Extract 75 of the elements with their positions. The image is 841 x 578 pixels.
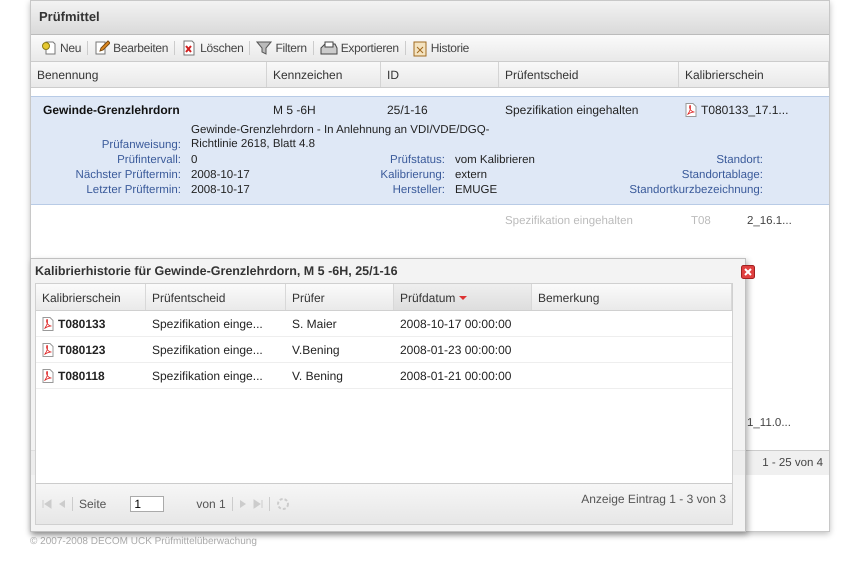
filter-icon: [256, 40, 272, 56]
field-label: Hersteller:: [392, 184, 446, 196]
field-label: Prüfanweisung:: [100, 139, 182, 151]
page-label: Seite: [79, 497, 106, 511]
field-value: 0: [191, 154, 198, 166]
table-cell[interactable]: T080133: [58, 316, 106, 330]
page-field[interactable]: 1: [130, 496, 164, 512]
column-header[interactable]: Prüfentscheid: [146, 284, 286, 310]
column-header[interactable]: ID: [381, 62, 499, 87]
column-header[interactable]: Kalibrierschein: [679, 62, 829, 87]
field-label: Prüfstatus:: [389, 154, 446, 166]
table-cell-text: M 5 -6H: [272, 103, 317, 117]
table-cell-text: V. Bening: [291, 368, 344, 382]
dialog-title: Kalibrierhistorie für Gewinde-Grenzlehrdorn, M 5 -6H, 25/1-16: [34, 263, 399, 280]
next-page-icon[interactable]: [238, 499, 247, 509]
column-header[interactable]: Prüfdatum: [394, 284, 532, 310]
selected-row[interactable]: [31, 96, 829, 205]
table-cell: 1_11.0...: [747, 417, 791, 429]
field-value: EMUGE: [455, 184, 498, 196]
table-cell-text: Spezifikation einge...: [151, 342, 264, 356]
column-header[interactable]: Prüfentscheid: [499, 62, 679, 87]
previous-page-icon[interactable]: [58, 499, 66, 509]
field-label: Standortablage:: [680, 169, 764, 181]
pdf-icon: [42, 316, 54, 330]
table-cell-text: Spezifikation eingehalten: [505, 215, 634, 227]
table-cell-text: S. Maier: [291, 316, 338, 330]
field-value: 2008-10-17: [191, 184, 251, 196]
page-count: von 1: [196, 497, 226, 511]
table-cell: 2_16.1...: [747, 215, 792, 227]
copyright-text: © 2007-2008 DECOM UCK Prüfmittelüberwachung: [30, 536, 257, 547]
paging-info: Anzeige Eintrag 1 - 3 von 3: [581, 492, 726, 506]
pencil-page-icon: [94, 40, 110, 56]
paging-info: 1 - 25 von 4: [762, 457, 823, 469]
toolbar-button[interactable]: Exportieren: [316, 38, 403, 58]
table-cell-text: V.Bening: [291, 342, 341, 356]
toolbar-button[interactable]: Bearbeiten: [90, 38, 172, 58]
column-header[interactable]: Bemerkung: [532, 284, 732, 310]
table-cell-text: 2008-10-17 00:00:00: [399, 316, 512, 330]
table-cell-text: Spezifikation einge...: [151, 368, 264, 382]
field-label: Standort:: [715, 154, 764, 166]
delete-page-icon: [181, 40, 198, 56]
column-header[interactable]: Kalibrierschein: [36, 284, 146, 310]
field-value: vom Kalibrieren: [455, 154, 536, 166]
panel-title: Prüfmittel: [31, 1, 829, 35]
table-cell-text: T08: [690, 215, 712, 227]
column-header[interactable]: Kennzeichen: [267, 62, 381, 87]
field-value: 2008-10-17: [191, 169, 251, 181]
field-label: Kalibrierung:: [379, 169, 446, 181]
close-icon[interactable]: [741, 265, 755, 279]
printer-icon: [320, 40, 338, 56]
table-cell-text: 2008-01-23 00:00:00: [399, 342, 512, 356]
table-cell-text: Gewinde-Grenzlehrdorn: [42, 103, 181, 117]
toolbar-button[interactable]: Historie: [408, 37, 474, 59]
field-label: Prüfintervall:: [116, 154, 182, 166]
field-value: extern: [455, 169, 488, 181]
last-page-icon[interactable]: [252, 499, 263, 509]
field-label: Nächster Prüftermin:: [74, 169, 182, 181]
first-page-icon[interactable]: [42, 499, 52, 509]
table-cell[interactable]: T080123: [58, 342, 106, 356]
table-cell-text: 25/1-16: [386, 103, 429, 117]
column-header[interactable]: Benennung: [31, 62, 267, 87]
field-label: Letzter Prüftermin:: [85, 184, 182, 196]
pdf-icon: [42, 342, 54, 356]
table-cell-text: Spezifikation einge...: [151, 316, 264, 330]
table-cell-text: Spezifikation eingehalten: [504, 103, 640, 117]
toolbar-button[interactable]: Neu: [37, 38, 86, 58]
toolbar-button[interactable]: Löschen: [177, 38, 248, 58]
table-cell[interactable]: T080118: [58, 368, 105, 382]
pdf-icon: [42, 368, 54, 382]
field-label: Standortkurzbezeichnung:: [628, 184, 764, 196]
table-cell: T080133_17.1...: [701, 103, 788, 117]
pdf-icon: [685, 103, 697, 117]
table-cell-text: 2008-01-21 00:00:00: [399, 368, 512, 382]
toolbar-button[interactable]: Filtern: [252, 38, 311, 58]
refresh-icon[interactable]: [276, 497, 290, 511]
